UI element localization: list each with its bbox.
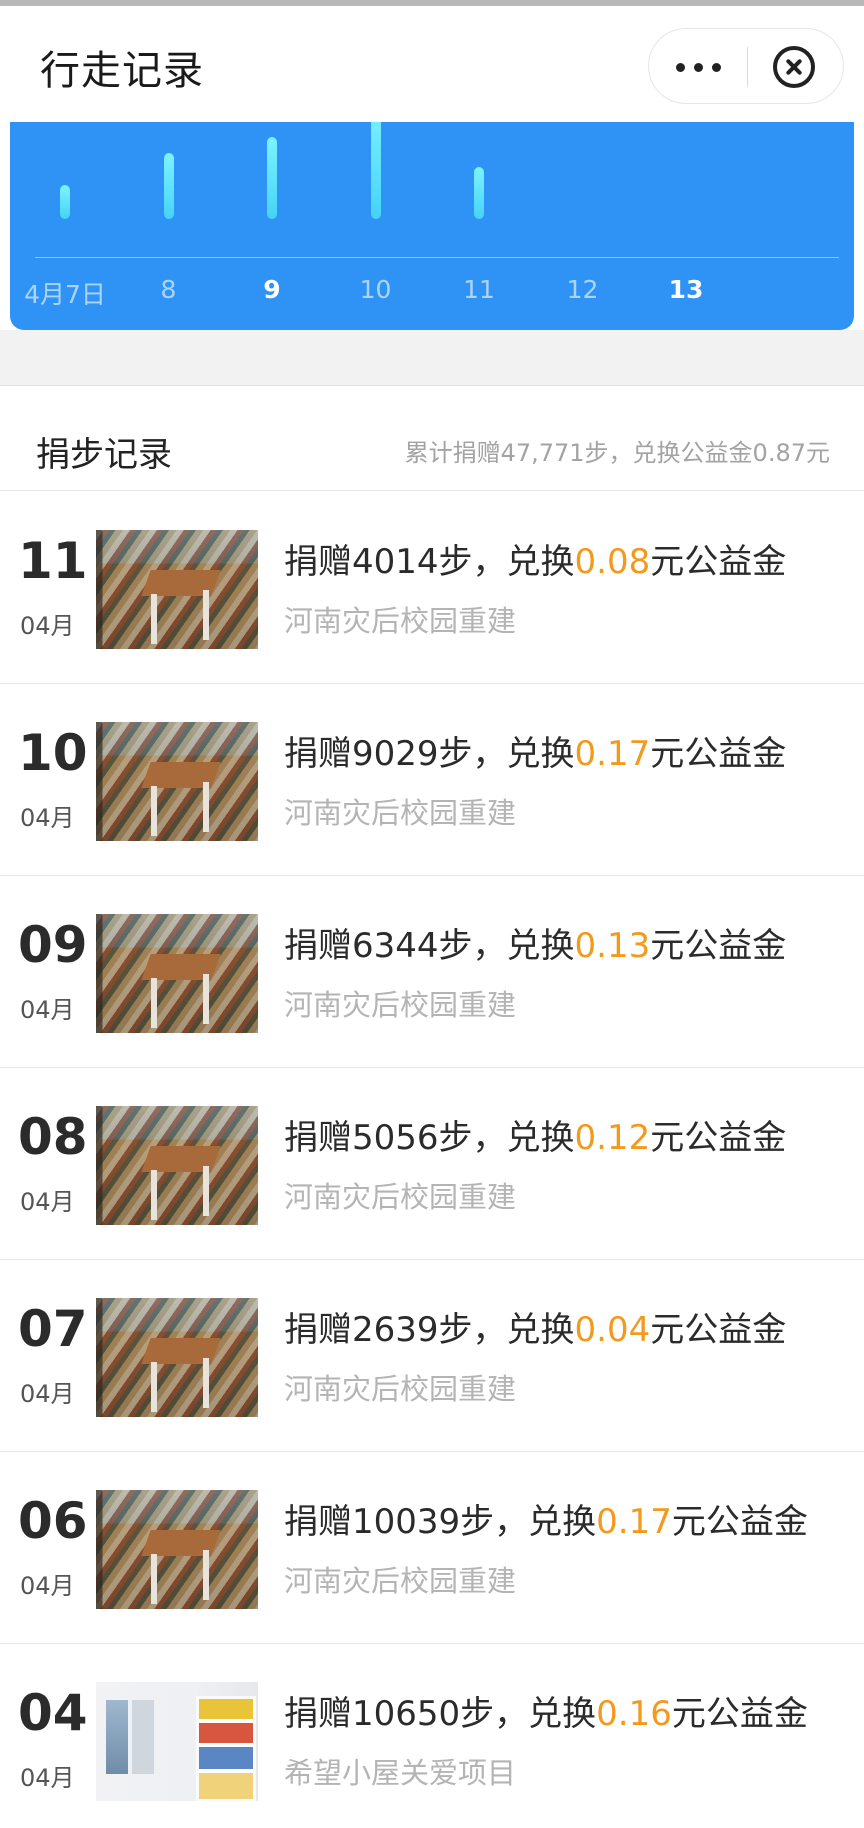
record-description: 捐赠5056步，兑换0.12元公益金 bbox=[284, 1110, 786, 1159]
project-thumbnail bbox=[96, 530, 258, 649]
project-name: 河南灾后校园重建 bbox=[284, 988, 517, 1022]
capsule-divider bbox=[747, 47, 748, 87]
record-description: 捐赠2639步，兑换0.04元公益金 bbox=[284, 1302, 786, 1351]
record-description: 捐赠10039步，兑换0.17元公益金 bbox=[284, 1494, 808, 1543]
x-tick-label[interactable]: 10 bbox=[316, 275, 436, 304]
section-title: 捐步记录 bbox=[36, 435, 172, 475]
project-name: 河南灾后校园重建 bbox=[284, 796, 517, 830]
project-thumbnail bbox=[96, 1490, 258, 1609]
more-dots-icon bbox=[675, 62, 685, 72]
page-title: 行走记录 bbox=[40, 48, 204, 94]
record-description: 捐赠9029步，兑换0.17元公益金 bbox=[284, 726, 786, 775]
chart-bar[interactable] bbox=[474, 166, 484, 219]
record-day: 06 bbox=[18, 1492, 88, 1550]
record-suffix: 元公益金 bbox=[671, 1502, 808, 1542]
more-button[interactable] bbox=[649, 29, 747, 105]
project-thumbnail bbox=[96, 1106, 258, 1225]
x-tick-label[interactable]: 9 bbox=[212, 275, 332, 304]
record-suffix: 元公益金 bbox=[650, 926, 787, 966]
record-row[interactable]: 10 04月 捐赠9029步，兑换0.17元公益金河南灾后校园重建 bbox=[0, 684, 864, 876]
record-day: 07 bbox=[18, 1300, 88, 1358]
record-amount: 0.17 bbox=[574, 734, 651, 774]
record-amount: 0.13 bbox=[574, 926, 651, 966]
project-thumbnail bbox=[96, 1298, 258, 1417]
x-tick-label[interactable]: 8 bbox=[109, 275, 229, 304]
project-thumbnail bbox=[96, 1682, 258, 1801]
record-month: 04月 bbox=[20, 996, 75, 1024]
record-month: 04月 bbox=[20, 1380, 75, 1408]
record-suffix: 元公益金 bbox=[650, 734, 787, 774]
project-name: 希望小屋关爱项目 bbox=[284, 1756, 517, 1790]
donation-record-list: 11 04月 捐赠4014步，兑换0.08元公益金 河南灾后校园重建 10 04月 捐赠90… bbox=[0, 492, 864, 1828]
record-prefix: 捐赠2639步，兑换 bbox=[284, 1310, 575, 1350]
record-amount: 0.17 bbox=[596, 1502, 672, 1542]
chart-bar[interactable] bbox=[163, 153, 174, 219]
record-day: 10 bbox=[18, 724, 88, 782]
record-amount: 0.12 bbox=[574, 1118, 651, 1158]
record-prefix: 捐赠4014步，兑换 bbox=[284, 542, 575, 582]
miniprogram-capsule bbox=[648, 28, 844, 104]
record-prefix: 捐赠10650步，兑换 bbox=[284, 1694, 597, 1734]
record-row[interactable]: 04 04月 捐赠10650步，兑换0.16元公益金希望小屋关爱项目 bbox=[0, 1644, 864, 1828]
record-month: 04月 bbox=[20, 1188, 75, 1216]
x-tick-label[interactable]: 11 bbox=[419, 275, 539, 304]
record-suffix: 元公益金 bbox=[671, 1694, 808, 1734]
close-circle-icon[interactable] bbox=[773, 46, 815, 88]
chart-bar[interactable] bbox=[370, 122, 381, 219]
record-amount: 0.04 bbox=[574, 1310, 651, 1350]
record-month: 04月 bbox=[20, 612, 75, 640]
record-month: 04月 bbox=[20, 1764, 75, 1792]
more-dot bbox=[711, 62, 721, 72]
more-dot bbox=[693, 62, 703, 72]
donation-summary: 累计捐赠47,771步，兑换公益金0.87元 bbox=[404, 439, 830, 467]
steps-bar-chart: 4月7日 8 9 10 11 12 13 bbox=[10, 122, 854, 330]
record-row[interactable]: 11 04月 捐赠4014步，兑换0.08元公益金河南灾后校园重建 bbox=[0, 492, 864, 684]
record-row[interactable]: 07 04月 捐赠2639步，兑换0.04元公益金河南灾后校园重建 bbox=[0, 1260, 864, 1452]
record-prefix: 捐赠5056步，兑换 bbox=[284, 1118, 575, 1158]
record-month: 04月 bbox=[20, 1572, 75, 1600]
record-row[interactable]: 09 04月 捐赠6344步，兑换0.13元公益金河南灾后校园重建 bbox=[0, 876, 864, 1068]
project-name: 河南灾后校园重建 bbox=[284, 604, 517, 638]
chart-bar[interactable] bbox=[60, 184, 70, 219]
record-description: 捐赠10650步，兑换0.16元公益金 bbox=[284, 1686, 808, 1735]
record-day: 09 bbox=[18, 916, 88, 974]
record-suffix: 元公益金 bbox=[650, 1118, 787, 1158]
x-tick-label[interactable]: 12 bbox=[523, 275, 643, 304]
donation-record-header: 捐步记录 累计捐赠47,771步，兑换公益金0.87元 bbox=[0, 387, 864, 491]
record-day: 11 bbox=[18, 532, 88, 590]
record-prefix: 捐赠9029步，兑换 bbox=[284, 734, 575, 774]
project-thumbnail bbox=[96, 914, 258, 1033]
record-amount: 0.08 bbox=[574, 542, 651, 582]
chart-baseline bbox=[35, 257, 839, 258]
record-suffix: 元公益金 bbox=[650, 542, 787, 582]
record-prefix: 捐赠6344步，兑换 bbox=[284, 926, 575, 966]
record-description: 捐赠4014步，兑换0.08元公益金 bbox=[284, 534, 786, 583]
section-gap bbox=[0, 330, 864, 386]
record-day: 08 bbox=[18, 1108, 88, 1166]
x-tick-label[interactable]: 13 bbox=[626, 275, 746, 304]
record-amount: 0.16 bbox=[596, 1694, 672, 1734]
record-row[interactable]: 08 04月 捐赠5056步，兑换0.12元公益金河南灾后校园重建 bbox=[0, 1068, 864, 1260]
record-day: 04 bbox=[18, 1684, 88, 1742]
project-name: 河南灾后校园重建 bbox=[284, 1180, 517, 1214]
record-suffix: 元公益金 bbox=[650, 1310, 787, 1350]
record-month: 04月 bbox=[20, 804, 75, 832]
nav-header: 行走记录 bbox=[0, 6, 864, 122]
project-thumbnail bbox=[96, 722, 258, 841]
record-row[interactable]: 06 04月 捐赠10039步，兑换0.17元公益金河南灾后校园重建 bbox=[0, 1452, 864, 1644]
record-description: 捐赠6344步，兑换0.13元公益金 bbox=[284, 918, 786, 967]
project-name: 河南灾后校园重建 bbox=[284, 1372, 517, 1406]
project-name: 河南灾后校园重建 bbox=[284, 1564, 517, 1598]
record-prefix: 捐赠10039步，兑换 bbox=[284, 1502, 597, 1542]
chart-bar[interactable] bbox=[267, 136, 277, 219]
